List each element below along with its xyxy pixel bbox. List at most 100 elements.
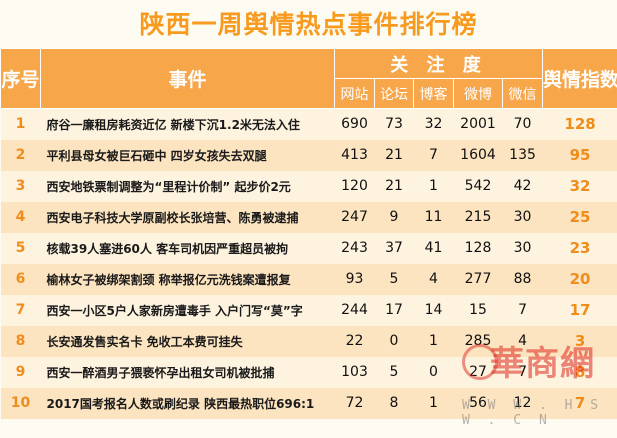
row-blog: 0 <box>413 356 454 388</box>
row-weibo: 285 <box>453 325 503 357</box>
row-web: 93 <box>334 263 375 295</box>
row-event: 平利县母女被巨石砸中 四岁女孩失去双腿 <box>40 139 335 171</box>
row-number: 10 <box>0 387 41 419</box>
table-row: 5 核载39人塞进60人 客车司机因严重超员被拘 243 37 41 128 3… <box>0 232 617 264</box>
row-event: 核载39人塞进60人 客车司机因严重超员被拘 <box>40 232 335 264</box>
row-web: 243 <box>334 232 375 264</box>
row-wechat: 4 <box>502 325 543 357</box>
row-number: 8 <box>0 325 41 357</box>
ranking-table: 序号 事件 关 注 度 舆情指数 网站 论坛 博客 微博 微信 1 府谷一廉租房… <box>0 48 617 419</box>
row-wechat: 30 <box>502 201 543 233</box>
row-weibo: 27 <box>453 356 503 388</box>
row-event: 2017国考报名人数或刷纪录 陕西最热职位696:1 <box>40 387 335 419</box>
row-weibo: 215 <box>453 201 503 233</box>
row-number: 5 <box>0 232 41 264</box>
row-blog: 1 <box>413 170 454 202</box>
row-blog: 1 <box>413 387 454 419</box>
row-number: 1 <box>0 108 41 140</box>
row-forum: 21 <box>374 170 414 202</box>
row-blog: 1 <box>413 325 454 357</box>
row-weibo: 2001 <box>453 108 503 140</box>
row-weibo: 277 <box>453 263 503 295</box>
header-wechat: 微信 <box>501 78 544 109</box>
table-row: 10 2017国考报名人数或刷纪录 陕西最热职位696:1 72 8 1 56 … <box>0 387 617 419</box>
row-web: 244 <box>334 294 375 326</box>
row-number: 6 <box>0 263 41 295</box>
row-forum: 9 <box>374 201 414 233</box>
row-blog: 11 <box>413 201 454 233</box>
row-wechat: 7 <box>502 356 543 388</box>
row-event: 西安一小区5户人家新房遭毒手 入户门写“莫”字 <box>40 294 335 326</box>
table-row: 4 西安电子科技大学原副校长张培营、陈勇被逮捕 247 9 11 215 30 … <box>0 201 617 233</box>
row-blog: 14 <box>413 294 454 326</box>
row-score: 95 <box>542 139 617 171</box>
row-wechat: 88 <box>502 263 543 295</box>
row-forum: 17 <box>374 294 414 326</box>
row-score: 8 <box>542 356 617 388</box>
table-row: 8 长安通发售实名卡 免收工本费可挂失 22 0 1 285 4 3 <box>0 325 617 357</box>
row-weibo: 128 <box>453 232 503 264</box>
row-blog: 41 <box>413 232 454 264</box>
row-forum: 5 <box>374 263 414 295</box>
row-weibo: 542 <box>453 170 503 202</box>
row-wechat: 135 <box>502 139 543 171</box>
row-event: 榆林女子被绑架割颈 称举报亿元洗钱案遭报复 <box>40 263 335 295</box>
row-score: 3 <box>542 325 617 357</box>
row-event: 西安电子科技大学原副校长张培营、陈勇被逮捕 <box>40 201 335 233</box>
row-wechat: 30 <box>502 232 543 264</box>
row-forum: 8 <box>374 387 414 419</box>
row-wechat: 70 <box>502 108 543 140</box>
header-attention: 关 注 度 <box>333 48 544 79</box>
table-row: 2 平利县母女被巨石砸中 四岁女孩失去双腿 413 21 7 1604 135 … <box>0 139 617 171</box>
header-web: 网站 <box>334 78 375 109</box>
row-score: 32 <box>542 170 617 202</box>
row-score: 25 <box>542 201 617 233</box>
row-number: 2 <box>0 139 41 171</box>
row-score: 7 <box>542 387 617 419</box>
table-row: 1 府谷一廉租房耗资近亿 新楼下沉1.2米无法入住 690 73 32 2001… <box>0 108 617 140</box>
row-web: 413 <box>334 139 375 171</box>
table-row: 3 西安地铁票制调整为“里程计价制” 起步价2元 120 21 1 542 42… <box>0 170 617 202</box>
header-blog: 博客 <box>413 78 454 109</box>
row-event: 长安通发售实名卡 免收工本费可挂失 <box>40 325 335 357</box>
row-wechat: 7 <box>502 294 543 326</box>
table-row: 6 榆林女子被绑架割颈 称举报亿元洗钱案遭报复 93 5 4 277 88 20 <box>0 263 617 295</box>
header-forum: 论坛 <box>374 78 414 109</box>
page-title: 陕西一周舆情热点事件排行榜 <box>139 10 478 39</box>
row-web: 72 <box>334 387 375 419</box>
table-row: 9 西安一醉酒男子猥亵怀孕出租女司机被批捕 103 5 0 27 7 8 <box>0 356 617 388</box>
row-forum: 5 <box>374 356 414 388</box>
row-web: 247 <box>334 201 375 233</box>
row-number: 3 <box>0 170 41 202</box>
row-web: 690 <box>334 108 375 140</box>
header-index: 序号 <box>0 48 41 109</box>
row-forum: 37 <box>374 232 414 264</box>
row-score: 128 <box>542 108 617 140</box>
row-blog: 4 <box>413 263 454 295</box>
row-forum: 73 <box>374 108 414 140</box>
row-weibo: 1604 <box>453 139 503 171</box>
row-web: 22 <box>334 325 375 357</box>
row-event: 西安地铁票制调整为“里程计价制” 起步价2元 <box>40 170 335 202</box>
row-number: 7 <box>0 294 41 326</box>
row-score: 20 <box>542 263 617 295</box>
row-forum: 21 <box>374 139 414 171</box>
row-score: 23 <box>542 232 617 264</box>
row-web: 120 <box>334 170 375 202</box>
row-event: 西安一醉酒男子猥亵怀孕出租女司机被批捕 <box>40 356 335 388</box>
row-score: 17 <box>542 294 617 326</box>
row-weibo: 56 <box>453 387 503 419</box>
header-score: 舆情指数 <box>542 48 617 109</box>
row-forum: 0 <box>374 325 414 357</box>
row-wechat: 12 <box>502 387 543 419</box>
row-blog: 32 <box>413 108 454 140</box>
row-blog: 7 <box>413 139 454 171</box>
row-web: 103 <box>334 356 375 388</box>
table-row: 7 西安一小区5户人家新房遭毒手 入户门写“莫”字 244 17 14 15 7… <box>0 294 617 326</box>
row-wechat: 42 <box>502 170 543 202</box>
header-event: 事件 <box>40 48 335 109</box>
row-weibo: 15 <box>453 294 503 326</box>
row-event: 府谷一廉租房耗资近亿 新楼下沉1.2米无法入住 <box>40 108 335 140</box>
row-number: 4 <box>0 201 41 233</box>
header-weibo: 微博 <box>453 78 503 109</box>
